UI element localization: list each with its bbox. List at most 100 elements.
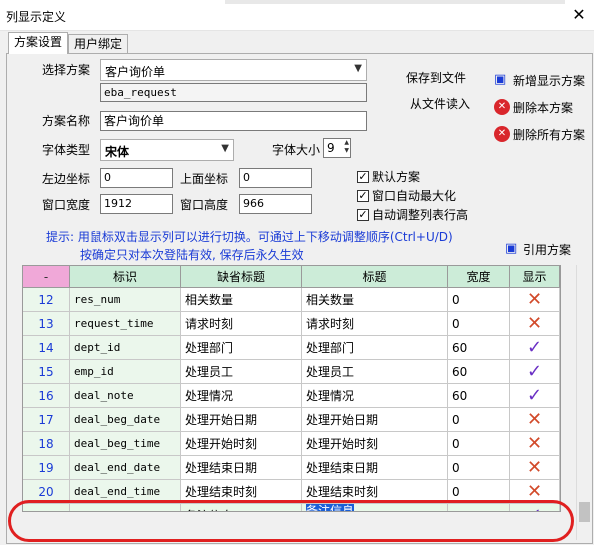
spinner-arrows-icon[interactable]: ▲ ▼ xyxy=(344,139,349,155)
height-input[interactable]: 966 xyxy=(239,194,312,214)
chevron-down-icon: ▼ xyxy=(221,143,229,154)
load-from-file-button[interactable]: 从文件读入 xyxy=(410,97,470,111)
row-number-cell: 18 xyxy=(23,432,70,456)
left-input[interactable]: 0 xyxy=(100,168,173,188)
top-input[interactable]: 0 xyxy=(239,168,312,188)
check-mark-icon[interactable]: ✓ xyxy=(510,384,560,408)
default-title-cell: 处理结束日期 xyxy=(181,456,302,480)
width-cell: 0 xyxy=(448,432,510,456)
scheme-select-value: 客户询价单 xyxy=(105,65,166,79)
id-cell: dept_id xyxy=(70,336,181,360)
font-size-value: 9 xyxy=(327,141,335,155)
title-cell: 处理结束日期 xyxy=(302,456,448,480)
default-title-cell: 处理开始日期 xyxy=(181,408,302,432)
tab-user-binding[interactable]: 用户绑定 xyxy=(68,34,128,54)
delete-scheme-label: 删除本方案 xyxy=(513,101,574,115)
save-to-file-button[interactable]: 保存到文件 xyxy=(406,71,466,85)
table-row[interactable]: 13 request_time 请求时刻 请求时刻 0 ✕ xyxy=(23,312,560,336)
x-mark-icon[interactable]: ✕ xyxy=(510,408,560,432)
title-cell: 处理开始时刻 xyxy=(302,432,448,456)
row-number-cell: 19 xyxy=(23,456,70,480)
grid-header-title[interactable]: 标题 xyxy=(302,266,448,288)
close-icon[interactable]: ✕ xyxy=(568,4,590,26)
id-cell: deal_note xyxy=(70,384,181,408)
title-bar xyxy=(0,0,594,31)
id-cell: res_num xyxy=(70,288,181,312)
x-mark-icon[interactable]: ✕ xyxy=(510,312,560,336)
table-row[interactable]: 17 deal_beg_date 处理开始日期 处理开始日期 0 ✕ xyxy=(23,408,560,432)
default-title-cell: 处理开始时刻 xyxy=(181,432,302,456)
x-mark-icon[interactable]: ✕ xyxy=(510,456,560,480)
table-row[interactable]: 19 deal_end_date 处理结束日期 处理结束日期 0 ✕ xyxy=(23,456,560,480)
chevron-down-icon: ▼ xyxy=(354,63,362,74)
default-title-cell: 处理员工 xyxy=(181,360,302,384)
vertical-scrollbar[interactable] xyxy=(576,265,592,540)
table-row[interactable]: 16 deal_note 处理情况 处理情况 60 ✓ xyxy=(23,384,560,408)
scrollbar-thumb[interactable] xyxy=(579,502,590,522)
table-row[interactable]: 12 res_num 相关数量 相关数量 0 ✕ xyxy=(23,288,560,312)
check-mark-icon[interactable]: ✓ xyxy=(510,360,560,384)
default-title-cell: 请求时刻 xyxy=(181,312,302,336)
id-cell: deal_beg_date xyxy=(70,408,181,432)
checkbox-checked-icon: ✓ xyxy=(357,208,369,221)
width-cell: 0 xyxy=(448,408,510,432)
auto-maximize-label: 窗口自动最大化 xyxy=(372,189,457,203)
grid-header-indicator: - xyxy=(23,266,70,288)
table-row[interactable]: 15 emp_id 处理员工 处理员工 60 ✓ xyxy=(23,360,560,384)
columns-grid[interactable]: - 标识 缺省标题 标题 宽度 显示 12 res_num 相关数量 相关数量 0 ✕ 13… xyxy=(22,265,561,512)
width-input[interactable]: 1912 xyxy=(100,194,173,214)
left-label: 左边坐标 xyxy=(42,172,91,186)
import-scheme-label: 引用方案 xyxy=(523,243,572,257)
title-cell: 处理部门 xyxy=(302,336,448,360)
default-title-cell: 处理情况 xyxy=(181,384,302,408)
font-type-select[interactable]: 宋体 ▼ xyxy=(100,139,234,161)
scheme-select[interactable]: 客户询价单 ▼ xyxy=(100,59,367,81)
check-mark-icon[interactable]: ✓ xyxy=(510,336,560,360)
row-number-cell: 15 xyxy=(23,360,70,384)
table-row[interactable]: 18 deal_beg_time 处理开始时刻 处理开始时刻 0 ✕ xyxy=(23,432,560,456)
row-number-cell: 14 xyxy=(23,336,70,360)
id-cell: request_time xyxy=(70,312,181,336)
window-title: 列显示定义 xyxy=(6,10,67,24)
row-number-cell: 13 xyxy=(23,312,70,336)
delete-all-label: 删除所有方案 xyxy=(513,128,586,142)
title-cell: 请求时刻 xyxy=(302,312,448,336)
title-cell: 相关数量 xyxy=(302,288,448,312)
width-cell: 0 xyxy=(448,312,510,336)
width-cell: 60 xyxy=(448,384,510,408)
grid-header-id[interactable]: 标识 xyxy=(70,266,181,288)
grid-header-show[interactable]: 显示 xyxy=(510,266,560,288)
scheme-name-input[interactable]: 客户询价单 xyxy=(100,111,367,131)
auto-row-height-label: 自动调整列表行高 xyxy=(372,208,469,222)
title-cell: 处理情况 xyxy=(302,384,448,408)
table-row[interactable]: 14 dept_id 处理部门 处理部门 60 ✓ xyxy=(23,336,560,360)
grid-header-width[interactable]: 宽度 xyxy=(448,266,510,288)
default-title-cell: 相关数量 xyxy=(181,288,302,312)
tab-scheme-settings[interactable]: 方案设置 xyxy=(8,32,68,54)
id-cell: deal_end_date xyxy=(70,456,181,480)
top-label: 上面坐标 xyxy=(180,172,229,186)
width-cell: 0 xyxy=(448,288,510,312)
new-document-icon: ▣ xyxy=(494,72,507,87)
delete-icon: ✕ xyxy=(494,126,510,142)
font-type-value: 宋体 xyxy=(105,145,130,159)
import-icon: ▣ xyxy=(505,241,518,256)
x-mark-icon[interactable]: ✕ xyxy=(510,432,560,456)
grid-header-default-title[interactable]: 缺省标题 xyxy=(181,266,302,288)
id-cell: deal_beg_time xyxy=(70,432,181,456)
default-scheme-label: 默认方案 xyxy=(372,170,421,184)
title-cell: 处理员工 xyxy=(302,360,448,384)
title-cell: 处理开始日期 xyxy=(302,408,448,432)
width-cell: 0 xyxy=(448,456,510,480)
delete-icon: ✕ xyxy=(494,99,510,115)
background-window-strip xyxy=(225,0,565,4)
x-mark-icon[interactable]: ✕ xyxy=(510,288,560,312)
font-size-spinner[interactable]: 9 ▲ ▼ xyxy=(323,138,351,158)
id-cell: emp_id xyxy=(70,360,181,384)
row-number-cell: 12 xyxy=(23,288,70,312)
height-label: 窗口高度 xyxy=(180,198,229,212)
width-label: 窗口宽度 xyxy=(42,198,91,212)
checkbox-checked-icon: ✓ xyxy=(357,189,369,202)
row-number-cell: 16 xyxy=(23,384,70,408)
default-title-cell: 处理部门 xyxy=(181,336,302,360)
